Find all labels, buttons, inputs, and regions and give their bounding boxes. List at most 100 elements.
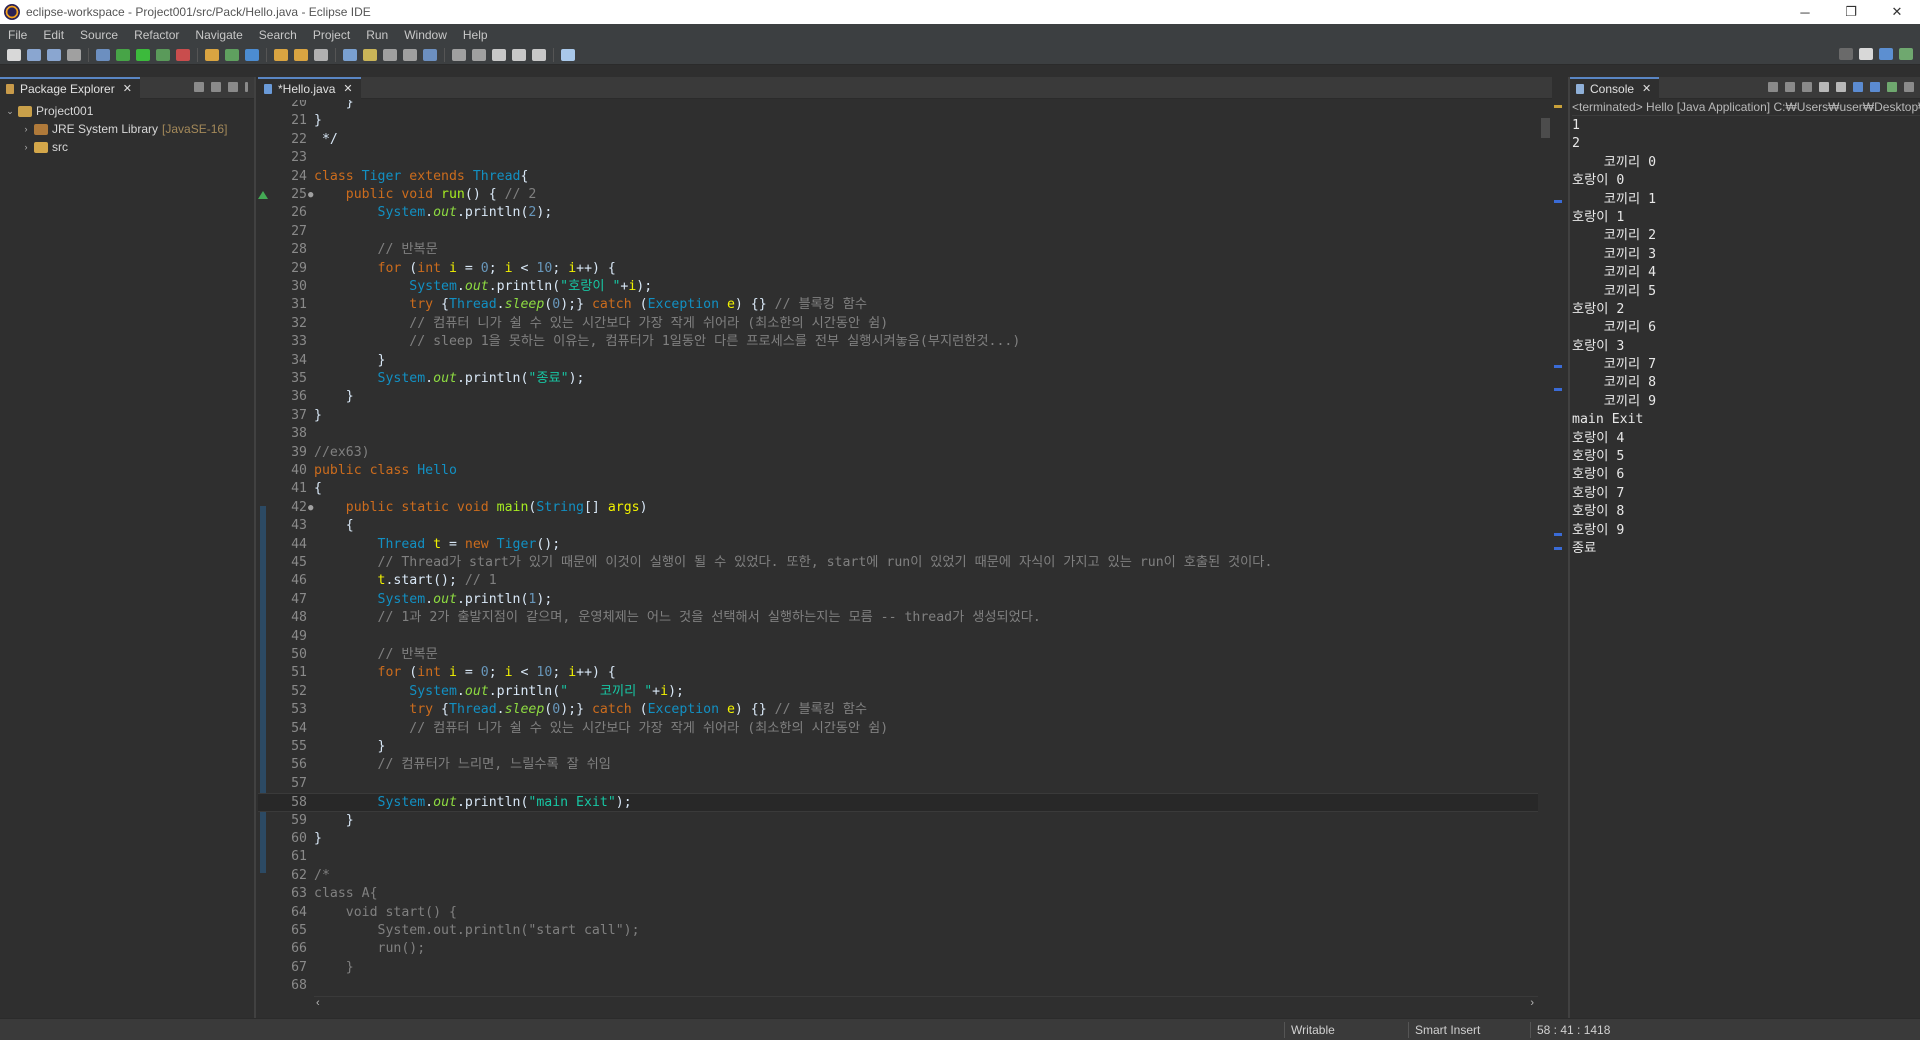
- menu-file[interactable]: File: [0, 28, 35, 42]
- code-line[interactable]: 23: [258, 149, 1538, 167]
- code-line[interactable]: 53 try {Thread.sleep(0);} catch (Excepti…: [258, 701, 1538, 719]
- tab-hello-java[interactable]: *Hello.java ✕: [258, 76, 361, 99]
- close-icon[interactable]: ✕: [1642, 82, 1651, 95]
- code-line[interactable]: 41 {: [258, 480, 1538, 498]
- code-line[interactable]: 43 {: [258, 517, 1538, 535]
- coverage-icon[interactable]: [156, 48, 170, 61]
- code-line[interactable]: 58 System.out.println("main Exit");: [258, 793, 1538, 812]
- chevron-right-icon[interactable]: ›: [20, 124, 32, 134]
- external-tools-icon[interactable]: [176, 48, 190, 61]
- scroll-right-icon[interactable]: ›: [1530, 997, 1534, 1009]
- code-line[interactable]: 66 run();: [258, 940, 1538, 958]
- toggle-mark-icon[interactable]: [343, 48, 357, 61]
- back-icon[interactable]: [512, 48, 526, 61]
- filter-icon[interactable]: [228, 82, 238, 92]
- open-perspective-icon[interactable]: [1859, 48, 1873, 60]
- java-perspective-icon[interactable]: [1879, 48, 1893, 60]
- occurrence-marker[interactable]: [1554, 200, 1562, 203]
- pin-editor-icon[interactable]: [561, 48, 575, 61]
- code-line[interactable]: 44 Thread t = new Tiger();: [258, 536, 1538, 554]
- code-line[interactable]: 39 //ex63): [258, 444, 1538, 462]
- remove-all-icon[interactable]: [1802, 82, 1812, 92]
- code-line[interactable]: 67 }: [258, 959, 1538, 977]
- code-line[interactable]: 63 class A{: [258, 885, 1538, 903]
- code-line[interactable]: 62 /*: [258, 867, 1538, 885]
- new-class-icon[interactable]: [245, 48, 259, 61]
- word-wrap-icon[interactable]: [1836, 82, 1846, 92]
- menu-navigate[interactable]: Navigate: [187, 28, 250, 42]
- link-editor-icon[interactable]: [211, 82, 221, 92]
- code-line[interactable]: 32 // 컴퓨터 니가 쉴 수 있는 시간보다 가장 작게 쉬어라 (최소한의…: [258, 315, 1538, 333]
- code-line[interactable]: 20 }: [258, 100, 1538, 112]
- skip-breakpoints-icon[interactable]: [96, 48, 110, 61]
- code-line[interactable]: 34 }: [258, 352, 1538, 370]
- code-line[interactable]: 47 System.out.println(1);: [258, 591, 1538, 609]
- remove-launch-icon[interactable]: [1785, 82, 1795, 92]
- scroll-lock-icon[interactable]: [1819, 82, 1829, 92]
- menu-window[interactable]: Window: [396, 28, 455, 42]
- close-icon[interactable]: ✕: [123, 82, 132, 95]
- new-icon[interactable]: [7, 48, 21, 61]
- print-icon[interactable]: [67, 48, 81, 61]
- fold-marker-icon[interactable]: ●: [308, 499, 313, 517]
- occurrence-marker[interactable]: [1554, 388, 1562, 391]
- code-line[interactable]: 36 }: [258, 388, 1538, 406]
- open-task-icon[interactable]: [294, 48, 308, 61]
- code-line[interactable]: 68: [258, 977, 1538, 995]
- code-line[interactable]: 28 // 반복문: [258, 241, 1538, 259]
- tree-item-src[interactable]: › src: [0, 138, 254, 156]
- minimize-button[interactable]: ─: [1782, 0, 1828, 24]
- overview-ruler[interactable]: [1552, 77, 1566, 1018]
- new-java-project-icon[interactable]: [205, 48, 219, 61]
- last-edit-location-icon[interactable]: [492, 48, 506, 61]
- display-console-icon[interactable]: [1887, 82, 1897, 92]
- menu-run[interactable]: Run: [358, 28, 396, 42]
- terminate-icon[interactable]: [1768, 82, 1778, 92]
- editor-vertical-scrollbar[interactable]: [1538, 100, 1552, 996]
- code-line[interactable]: 25 ● public void run() { // 2: [258, 186, 1538, 204]
- run-icon[interactable]: [136, 48, 150, 61]
- view-menu-icon[interactable]: [245, 82, 248, 92]
- menu-refactor[interactable]: Refactor: [126, 28, 187, 42]
- tree-item-jre-library[interactable]: › JRE System Library [JavaSE-16]: [0, 120, 254, 138]
- code-line[interactable]: 52 System.out.println(" 코끼리 "+i);: [258, 683, 1538, 701]
- code-line[interactable]: 56 // 컴퓨터가 느리면, 느릴수록 잘 쉬임: [258, 756, 1538, 774]
- scrollbar-thumb[interactable]: [1541, 118, 1550, 138]
- code-line[interactable]: 57: [258, 775, 1538, 793]
- pilcrow-icon[interactable]: [423, 48, 437, 61]
- menu-project[interactable]: Project: [305, 28, 358, 42]
- code-line[interactable]: 65 System.out.println("start call");: [258, 922, 1538, 940]
- code-editor[interactable]: 20 } 21} 22 */23 24 class Tiger extends Thre…: [258, 100, 1538, 996]
- menu-help[interactable]: Help: [455, 28, 496, 42]
- close-window-button[interactable]: ✕: [1874, 0, 1920, 24]
- code-line[interactable]: 26 System.out.println(2);: [258, 204, 1538, 222]
- code-line[interactable]: 61: [258, 848, 1538, 866]
- occurrence-marker[interactable]: [1554, 547, 1562, 550]
- show-whitespace-icon[interactable]: [403, 48, 417, 61]
- chevron-down-icon[interactable]: ⌄: [4, 106, 16, 117]
- close-icon[interactable]: ✕: [343, 82, 352, 95]
- code-line[interactable]: 30 System.out.println("호랑이 "+i);: [258, 278, 1538, 296]
- code-line[interactable]: 46 t.start(); // 1: [258, 572, 1538, 590]
- tree-item-project001[interactable]: ⌄ Project001: [0, 102, 254, 120]
- occurrence-marker[interactable]: [1554, 365, 1562, 368]
- code-line[interactable]: 42 ● public static void main(String[] arg…: [258, 499, 1538, 517]
- occurrence-marker[interactable]: [1554, 533, 1562, 536]
- save-all-icon[interactable]: [47, 48, 61, 61]
- tab-package-explorer[interactable]: Package Explorer ✕: [0, 76, 140, 99]
- menu-search[interactable]: Search: [251, 28, 305, 42]
- menu-edit[interactable]: Edit: [35, 28, 72, 42]
- code-line[interactable]: 35 System.out.println("종료");: [258, 370, 1538, 388]
- code-line[interactable]: 55 }: [258, 738, 1538, 756]
- new-package-icon[interactable]: [225, 48, 239, 61]
- open-console-icon[interactable]: [1904, 82, 1914, 92]
- code-line[interactable]: 37}: [258, 407, 1538, 425]
- code-line[interactable]: 54 // 컴퓨터 니가 쉴 수 있는 시간보다 가장 작게 쉬어라 (최소한의…: [258, 720, 1538, 738]
- save-icon[interactable]: [27, 48, 41, 61]
- override-indicator-icon[interactable]: [258, 191, 268, 199]
- debug-perspective-icon[interactable]: [1899, 48, 1913, 60]
- code-line[interactable]: 48 // 1과 2가 출발지점이 같으며, 운영체제는 어느 것을 선택해서 …: [258, 609, 1538, 627]
- search-icon[interactable]: [1839, 48, 1853, 60]
- search-tool-icon[interactable]: [314, 48, 328, 61]
- fold-marker-icon[interactable]: ●: [308, 186, 313, 204]
